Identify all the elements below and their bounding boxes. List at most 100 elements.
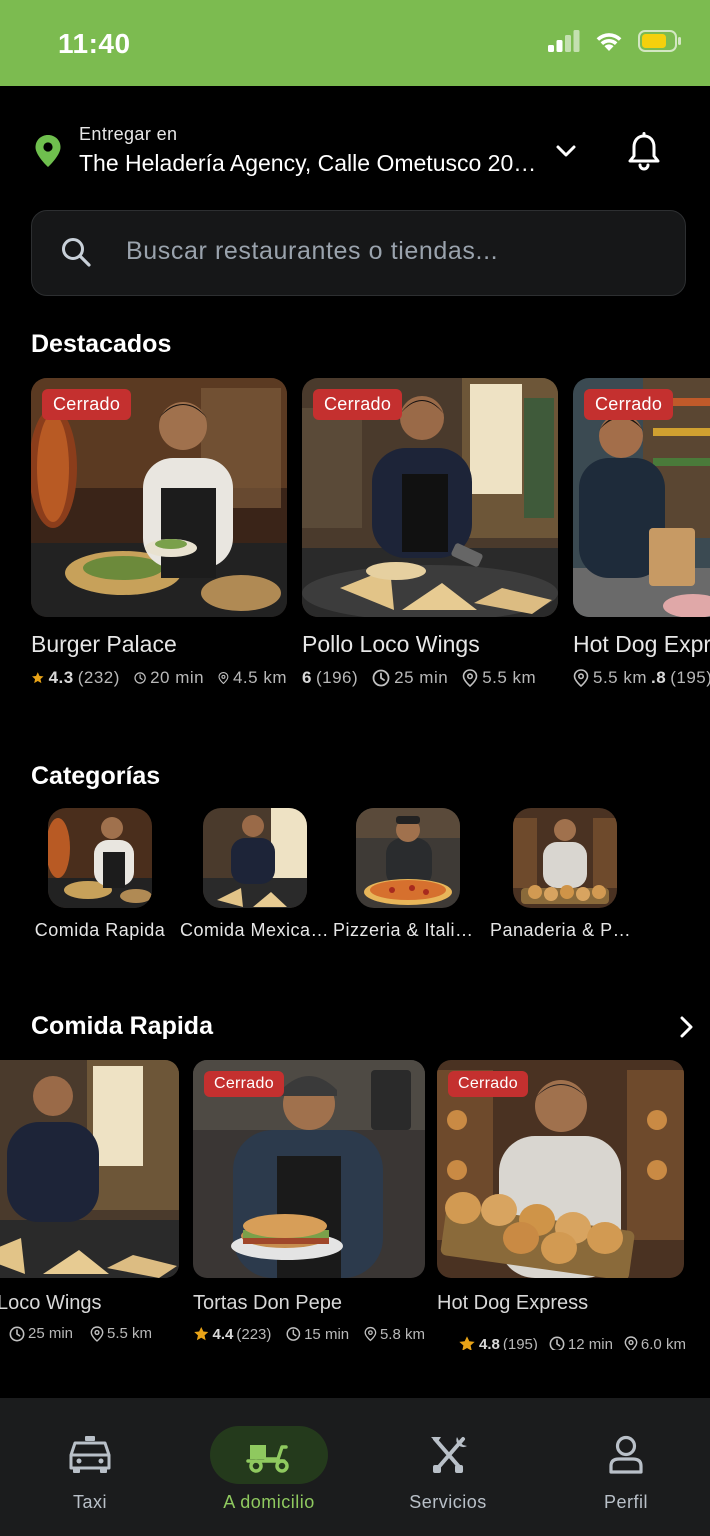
delivery-time: 25 min	[28, 1325, 74, 1342]
restaurant-meta: 4.8 (195) 12 min 6.0 km	[458, 1335, 686, 1350]
restaurant-meta: 4.4 (223) 15 min 5.8 km	[193, 1325, 425, 1343]
restaurant-meta: 5.5 km .8 (195)	[573, 668, 710, 688]
restaurant-card[interactable]: Cerrado Hot Dog Express	[437, 1060, 684, 1315]
search-icon	[62, 238, 91, 267]
restaurant-meta: 6 (196) 25 min 5.5 km	[302, 668, 558, 688]
bottom-navigation: Taxi A domicilio Servicios Perfil	[0, 1398, 710, 1536]
star-icon	[194, 1326, 209, 1341]
category-pizzeria-italiana[interactable]: Pizzeria & Italiana	[333, 808, 483, 941]
clock-icon	[549, 1336, 565, 1350]
review-count: (223)	[236, 1325, 272, 1343]
closed-badge: Cerrado	[313, 389, 403, 420]
closed-badge: Cerrado	[448, 1071, 528, 1097]
delivery-time: 12 min	[567, 1335, 613, 1351]
restaurant-card[interactable]: Pollo Loco Wings 25 min 5.5 km	[0, 1060, 179, 1342]
location-pin-icon	[364, 1326, 377, 1342]
rating: 4.4	[212, 1325, 234, 1343]
chevron-right-icon[interactable]	[676, 1014, 698, 1040]
search-input[interactable]	[126, 237, 656, 266]
delivery-time: 15 min	[304, 1325, 350, 1343]
distance: 6.0 km	[640, 1335, 686, 1351]
chevron-down-icon[interactable]	[552, 140, 580, 162]
featured-card[interactable]: Cerrado Pollo Loco Wings 6 (196) 25 min …	[302, 378, 558, 688]
closed-badge: Cerrado	[42, 389, 132, 420]
category-label: Comida Mexicana	[180, 920, 330, 940]
location-pin-icon	[624, 1336, 638, 1350]
restaurant-photo	[0, 1060, 179, 1278]
category-label: Pizzeria & Italiana	[333, 920, 483, 940]
distance: 4.5 km	[232, 668, 287, 687]
nav-servicios[interactable]: Servicios	[359, 1398, 537, 1536]
category-label: Comida Rapida	[34, 920, 166, 940]
comida-rapida-carousel[interactable]: Pollo Loco Wings 25 min 5.5 km	[0, 1060, 710, 1350]
closed-badge: Cerrado	[584, 389, 674, 420]
category-comida-rapida[interactable]: Comida Rapida	[25, 808, 175, 941]
restaurant-photo: Cerrado	[573, 378, 710, 617]
rating: 4.3	[48, 668, 74, 687]
categories-list: Comida Rapida Comida Mexicana Pizzeria &…	[0, 808, 710, 948]
featured-carousel[interactable]: Cerrado Burger Palace 4.3 (232) 20 min 4…	[0, 378, 710, 698]
restaurant-photo: Cerrado	[437, 1060, 684, 1278]
featured-card[interactable]: Cerrado Hot Dog Express 5.5 km.8 (195)	[573, 378, 710, 688]
category-comida-mexicana[interactable]: Comida Mexicana	[180, 808, 330, 941]
signal-icon	[548, 30, 580, 52]
distance: 5.5 km	[107, 1325, 153, 1342]
location-pin-icon	[573, 669, 589, 687]
rating: 6	[302, 668, 312, 687]
status-time: 11:40	[58, 28, 131, 59]
delivery-time: 20 min	[150, 668, 205, 687]
location-pin-icon	[462, 669, 478, 687]
review-count: (232)	[77, 668, 120, 687]
star-icon	[32, 672, 44, 684]
bell-icon[interactable]	[626, 132, 662, 172]
distance: 5.5 km	[482, 668, 537, 687]
comida-rapida-title: Comida Rapida	[31, 1012, 213, 1040]
star-icon	[459, 1336, 475, 1350]
status-icons	[548, 30, 682, 52]
category-panaderia-postres[interactable]: Panaderia & Postres	[490, 808, 640, 941]
clock-icon	[372, 669, 390, 687]
distance: 5.5 km	[593, 668, 648, 687]
restaurant-name: Pollo Loco Wings	[302, 631, 480, 657]
tools-icon	[431, 1437, 467, 1473]
search-bar[interactable]	[31, 210, 686, 296]
location-pin-icon[interactable]	[34, 134, 62, 168]
nav-taxi[interactable]: Taxi	[1, 1398, 179, 1536]
location-pin-icon	[90, 1325, 104, 1342]
category-label: Panaderia & Postres	[490, 920, 640, 940]
restaurant-name: Hot Dog Express	[437, 1292, 589, 1314]
restaurant-card[interactable]: Cerrado Tortas Don Pepe 4.4 (223) 15 min…	[193, 1060, 425, 1343]
status-bar: 11:40	[0, 0, 710, 86]
closed-badge: Cerrado	[204, 1071, 284, 1097]
delivery-scooter-icon	[246, 1445, 289, 1473]
restaurant-name: Tortas Don Pepe	[193, 1292, 342, 1314]
nav-label: A domicilio	[223, 1492, 315, 1512]
category-image	[48, 808, 152, 908]
categories-title: Categorías	[31, 762, 161, 790]
nav-a-domicilio[interactable]: A domicilio	[180, 1398, 358, 1536]
restaurant-photo: Cerrado	[302, 378, 558, 617]
wifi-icon	[596, 33, 622, 51]
featured-title: Destacados	[31, 330, 172, 358]
location-pin-icon	[218, 672, 229, 685]
nav-label: Taxi	[72, 1492, 107, 1512]
restaurant-name: Pollo Loco Wings	[0, 1292, 102, 1314]
restaurant-name: Burger Palace	[31, 631, 177, 657]
distance: 5.8 km	[379, 1325, 425, 1343]
nav-perfil[interactable]: Perfil	[537, 1398, 710, 1536]
rating: .8	[651, 668, 667, 687]
featured-card[interactable]: Cerrado Burger Palace 4.3 (232) 20 min 4…	[31, 378, 287, 688]
rating: 4.8	[479, 1335, 500, 1351]
restaurant-photo: Cerrado	[193, 1060, 425, 1278]
restaurant-photo: Cerrado	[31, 378, 287, 617]
profile-icon	[609, 1435, 643, 1474]
restaurant-meta: 25 min 5.5 km	[0, 1325, 179, 1342]
nav-label: Servicios	[409, 1492, 487, 1512]
review-count: (195)	[502, 1335, 538, 1351]
deliver-label: Entregar en	[79, 124, 178, 144]
nav-label: Perfil	[603, 1492, 648, 1512]
delivery-address[interactable]: The Heladería Agency, Calle Ometusco 201…	[79, 150, 549, 177]
delivery-time: 25 min	[394, 668, 449, 687]
clock-icon	[9, 1326, 25, 1341]
clock-icon	[286, 1327, 301, 1341]
